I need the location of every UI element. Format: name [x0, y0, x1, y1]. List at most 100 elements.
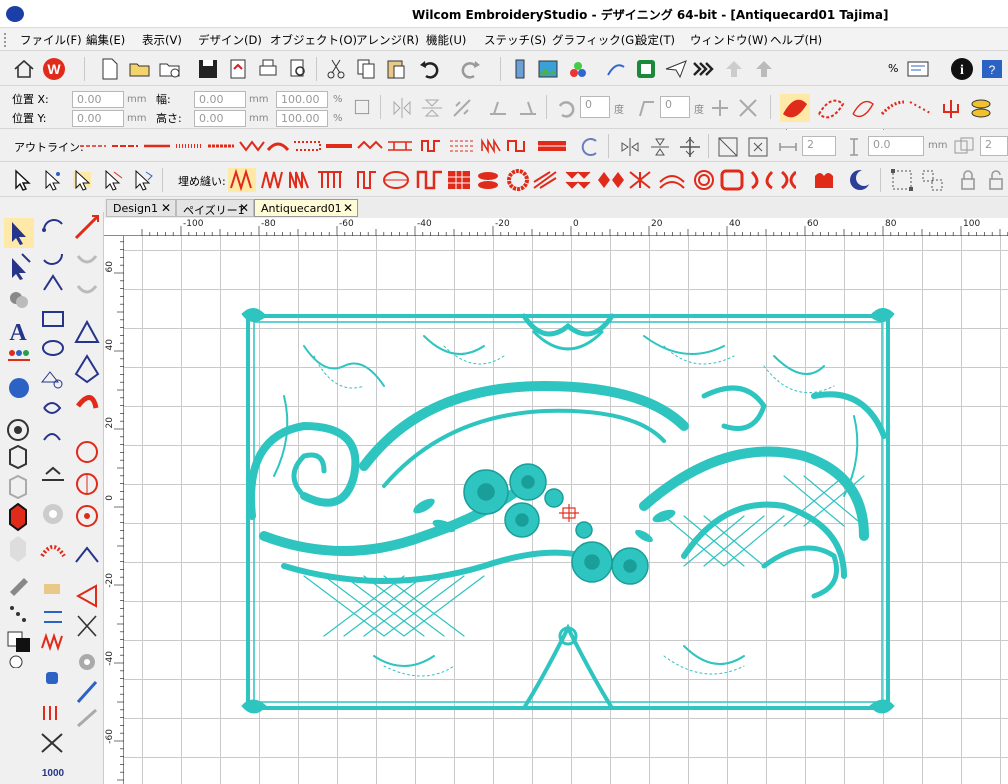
- satin-fill-swatch-icon[interactable]: [780, 94, 810, 122]
- design-canvas[interactable]: [124, 236, 1008, 784]
- fit-frame-icon[interactable]: [746, 135, 770, 159]
- outline-swatch-icon[interactable]: [850, 96, 876, 120]
- tab-antiquecard01[interactable]: Antiquecard01 ✕: [254, 199, 358, 217]
- fish-motif-swatch-icon[interactable]: [968, 96, 994, 120]
- height-field[interactable]: 0.00: [194, 110, 246, 127]
- redo-icon[interactable]: [458, 57, 482, 81]
- menu-view[interactable]: 表示(V): [142, 32, 182, 48]
- menu-edit[interactable]: 編集(E): [86, 32, 125, 48]
- align-horizontal-icon[interactable]: [618, 135, 642, 159]
- toolbox-column-a[interactable]: A: [4, 218, 34, 668]
- fill-stitch-types-a[interactable]: [228, 168, 348, 192]
- duplicate-icon[interactable]: [952, 135, 976, 159]
- posx-field[interactable]: 0.00: [72, 91, 124, 108]
- transform-b-icon[interactable]: [736, 96, 760, 120]
- print-icon[interactable]: [256, 57, 280, 81]
- menu-stitch[interactable]: ステッチ(S): [484, 32, 546, 48]
- skew-left-icon[interactable]: [486, 96, 510, 120]
- color-palette-icon[interactable]: [566, 57, 590, 81]
- motif-fill-icon[interactable]: [812, 168, 836, 192]
- reshape-arrow-icon[interactable]: [40, 168, 64, 192]
- spacing-icon[interactable]: [776, 135, 800, 159]
- duplicate-count-field[interactable]: 2: [980, 136, 1008, 156]
- open-recent-icon[interactable]: [158, 57, 182, 81]
- new-file-icon[interactable]: [98, 57, 122, 81]
- crescent-fill-icon[interactable]: [848, 168, 872, 192]
- copy-icon[interactable]: [354, 57, 378, 81]
- save-icon[interactable]: [196, 57, 220, 81]
- menu-help[interactable]: ヘルプ(H): [770, 32, 822, 48]
- lasso-select-icon[interactable]: [100, 168, 124, 192]
- close-icon[interactable]: ✕: [343, 201, 353, 215]
- ungroup-icon[interactable]: [920, 168, 944, 192]
- fast-forward-icon[interactable]: [692, 57, 716, 81]
- scale-width-field[interactable]: 100.00: [276, 91, 328, 108]
- lock-proportion-icon[interactable]: [352, 97, 372, 117]
- slant-icon[interactable]: [634, 96, 658, 120]
- paste-icon[interactable]: [384, 57, 408, 81]
- align-vertical-icon[interactable]: [648, 135, 672, 159]
- toolbox-column-c[interactable]: [72, 212, 102, 732]
- menu-settings[interactable]: 設定(T): [636, 32, 675, 48]
- mirror-diagonal-icon[interactable]: [450, 96, 474, 120]
- undo-icon[interactable]: [418, 57, 442, 81]
- spacing-distance-field[interactable]: 0.0: [868, 136, 924, 156]
- slant-field[interactable]: 0: [660, 96, 690, 118]
- close-icon[interactable]: ✕: [161, 201, 171, 215]
- outline-stitch-types[interactable]: [80, 138, 290, 154]
- send-icon[interactable]: [664, 57, 688, 81]
- lock-icon[interactable]: [956, 168, 980, 192]
- rotate-field[interactable]: 0: [580, 96, 610, 118]
- home-icon[interactable]: [12, 57, 36, 81]
- group-icon[interactable]: [890, 168, 914, 192]
- upload-icon[interactable]: [722, 57, 746, 81]
- embroidery-design[interactable]: [124, 236, 1008, 784]
- properties-icon[interactable]: [906, 57, 930, 81]
- skew-right-icon[interactable]: [516, 96, 540, 120]
- stitch-edit-icon[interactable]: [70, 168, 94, 192]
- help-icon[interactable]: ?: [980, 57, 1004, 81]
- info-icon[interactable]: i: [950, 57, 974, 81]
- tab-design1[interactable]: Design1 ✕: [106, 199, 176, 217]
- menu-functions[interactable]: 機能(U): [426, 32, 466, 48]
- menu-object[interactable]: オブジェクト(O): [270, 32, 357, 48]
- posy-field[interactable]: 0.00: [72, 110, 124, 127]
- polygon-select-icon[interactable]: [130, 168, 154, 192]
- fill-stitch-types-b[interactable]: [356, 168, 796, 192]
- export-machine-icon[interactable]: [226, 57, 250, 81]
- menu-arrange[interactable]: アレンジ(R): [356, 32, 419, 48]
- special-outline-types[interactable]: [420, 137, 570, 155]
- cut-icon[interactable]: [324, 57, 348, 81]
- width-field[interactable]: 0.00: [194, 91, 246, 108]
- unlock-icon[interactable]: [984, 168, 1008, 192]
- menu-design[interactable]: デザイン(D): [198, 32, 262, 48]
- export-icon[interactable]: [752, 57, 776, 81]
- transform-a-icon[interactable]: [708, 96, 732, 120]
- dotted-line-swatch-icon[interactable]: [908, 96, 934, 120]
- arc-outline-icon[interactable]: [578, 135, 602, 159]
- rotate-icon[interactable]: [554, 96, 578, 120]
- menu-window[interactable]: ウィンドウ(W): [690, 32, 768, 48]
- mirror-vertical-icon[interactable]: [420, 96, 444, 120]
- spacing-count-field[interactable]: 2: [802, 136, 836, 156]
- select-arrow-icon[interactable]: [10, 168, 34, 192]
- tatami-fill-swatch-icon[interactable]: [816, 96, 846, 120]
- thread-spool-icon[interactable]: [508, 57, 532, 81]
- toolbox-column-b[interactable]: 1000: [38, 212, 68, 784]
- satin-outline-types[interactable]: [294, 138, 414, 154]
- image-import-icon[interactable]: [536, 57, 560, 81]
- close-icon[interactable]: ✕: [239, 201, 249, 215]
- feather-swatch-icon[interactable]: [880, 96, 906, 120]
- print-preview-icon[interactable]: [286, 57, 310, 81]
- stitch-player-icon[interactable]: [604, 57, 628, 81]
- wilcom-w-icon[interactable]: W: [42, 57, 66, 81]
- tab-paisley1[interactable]: ペイズリー1 ✕: [176, 199, 254, 217]
- reshape-icon[interactable]: [716, 135, 740, 159]
- hoop-icon[interactable]: [634, 57, 658, 81]
- align-center-icon[interactable]: [678, 135, 702, 159]
- menu-graphics[interactable]: グラフィック(G): [552, 32, 639, 48]
- menu-file[interactable]: ファイル(F): [20, 32, 82, 48]
- trident-swatch-icon[interactable]: [938, 96, 964, 120]
- open-folder-icon[interactable]: [128, 57, 152, 81]
- scale-height-field[interactable]: 100.00: [276, 110, 328, 127]
